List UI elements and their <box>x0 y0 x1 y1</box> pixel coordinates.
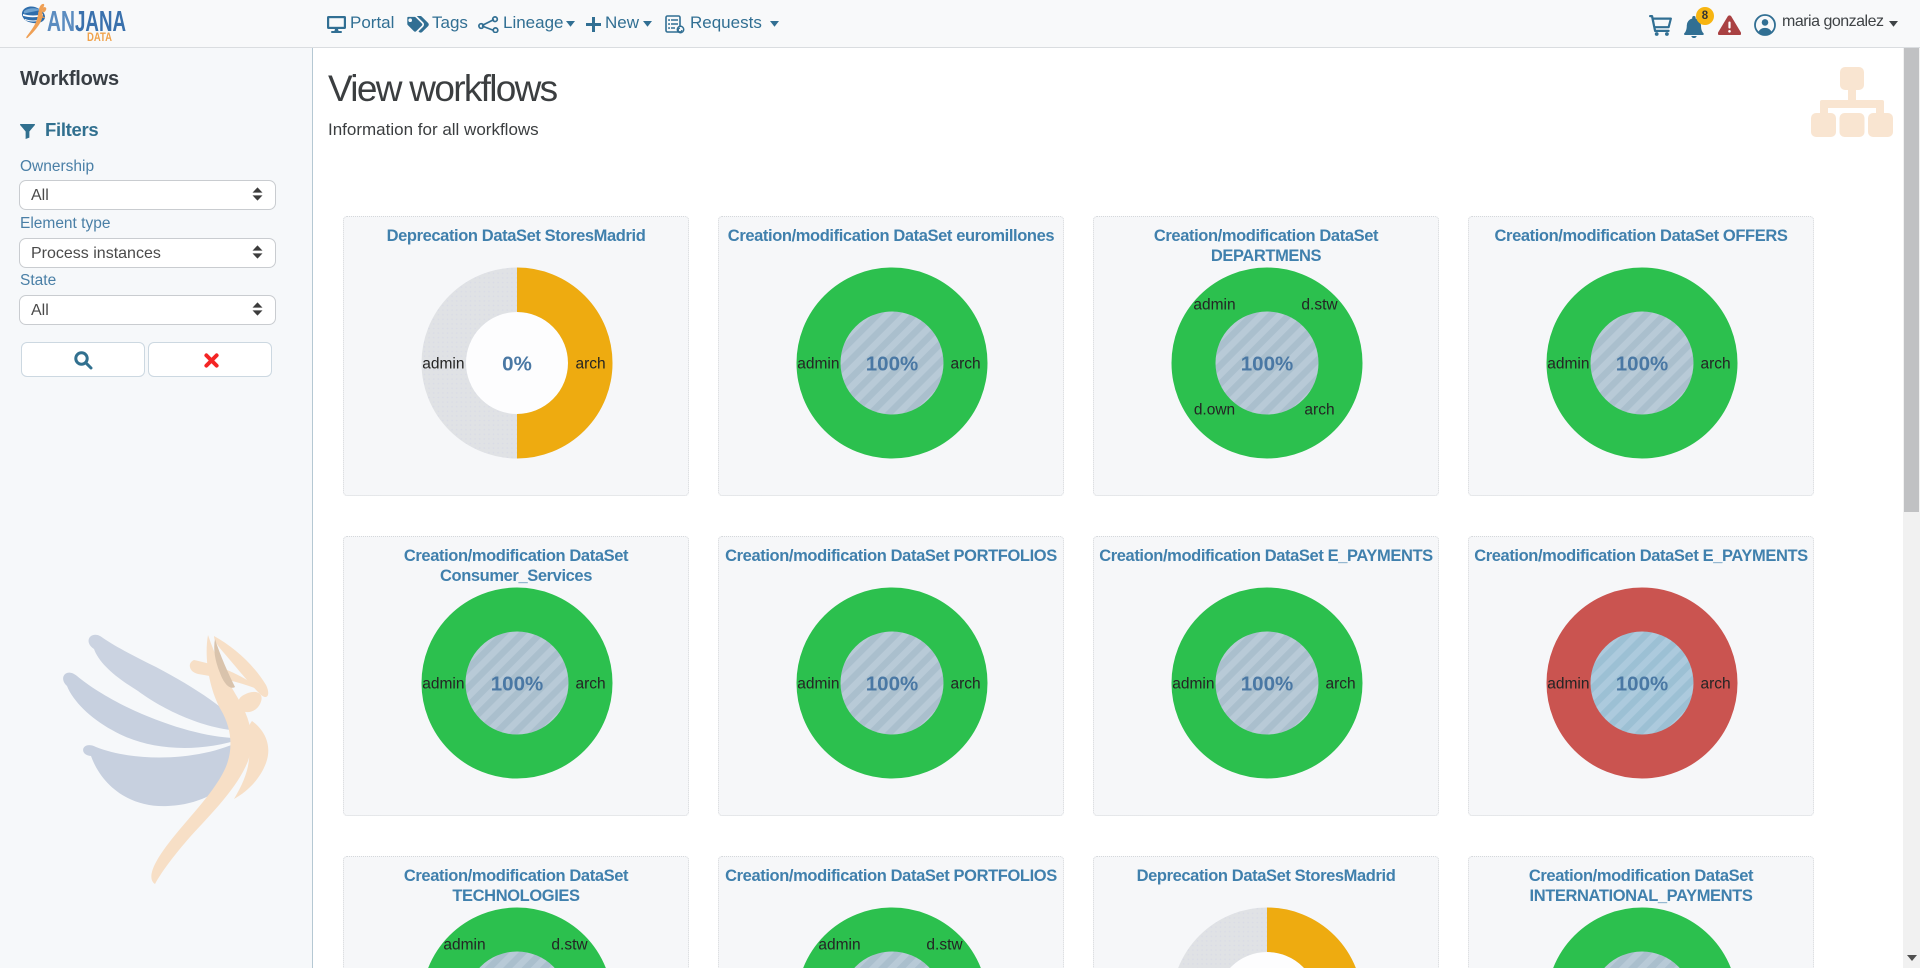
svg-text:arch: arch <box>1326 676 1356 693</box>
svg-text:d.stw: d.stw <box>926 937 963 954</box>
svg-text:admin: admin <box>797 356 839 373</box>
svg-text:arch: arch <box>951 356 981 373</box>
svg-text:100%: 100% <box>1241 673 1293 696</box>
svg-text:admin: admin <box>797 676 839 693</box>
svg-text:d.own: d.own <box>1194 402 1235 419</box>
svg-text:admin: admin <box>1547 676 1589 693</box>
svg-text:arch: arch <box>576 676 606 693</box>
svg-text:100%: 100% <box>1616 353 1668 376</box>
svg-text:arch: arch <box>1701 676 1731 693</box>
svg-text:arch: arch <box>576 356 606 373</box>
svg-text:admin: admin <box>1547 356 1589 373</box>
svg-text:100%: 100% <box>866 353 918 376</box>
svg-text:100%: 100% <box>1241 353 1293 376</box>
svg-text:admin: admin <box>1193 297 1235 314</box>
svg-text:d.stw: d.stw <box>551 937 588 954</box>
svg-text:100%: 100% <box>866 673 918 696</box>
svg-text:admin: admin <box>1172 676 1214 693</box>
svg-text:arch: arch <box>1304 402 1334 419</box>
svg-text:100%: 100% <box>491 673 543 696</box>
svg-text:arch: arch <box>1701 356 1731 373</box>
svg-text:admin: admin <box>818 937 860 954</box>
svg-text:admin: admin <box>443 937 485 954</box>
svg-text:DATA: DATA <box>87 32 112 44</box>
svg-text:d.stw: d.stw <box>1301 297 1338 314</box>
svg-text:100%: 100% <box>1616 673 1668 696</box>
svg-text:AN: AN <box>47 6 75 38</box>
svg-text:arch: arch <box>951 676 981 693</box>
svg-text:admin: admin <box>422 356 464 373</box>
svg-text:0%: 0% <box>502 353 532 376</box>
svg-text:admin: admin <box>422 676 464 693</box>
